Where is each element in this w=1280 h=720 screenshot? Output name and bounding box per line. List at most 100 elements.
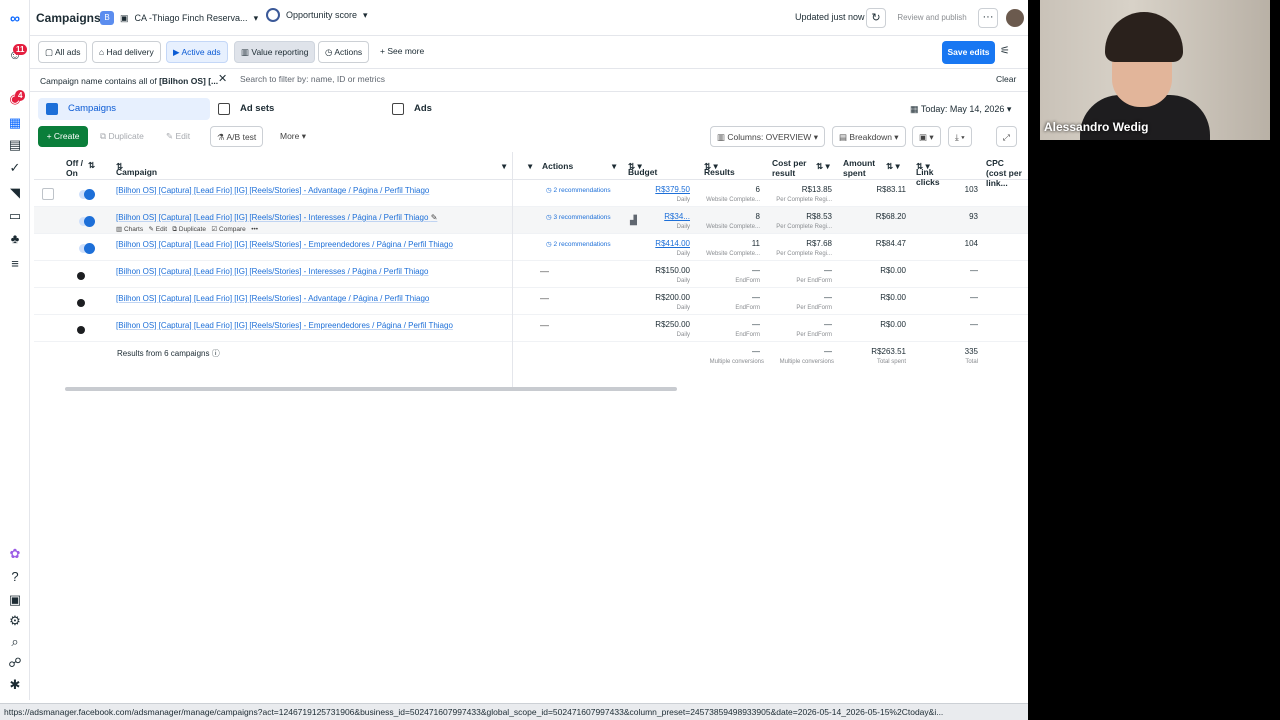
recommendations-link[interactable]: ◷ 2 recommendations xyxy=(546,186,611,194)
horizontal-scrollbar[interactable] xyxy=(65,387,677,391)
duplicate-button[interactable]: ⧉ Duplicate xyxy=(94,126,150,147)
header-link-clicks[interactable]: Link clicks ⇅ ▾ xyxy=(916,161,940,187)
row-toggle-off[interactable] xyxy=(77,299,85,307)
header-results[interactable]: Results ⇅ ▾ xyxy=(704,161,735,177)
date-picker[interactable]: ▦ Today: May 14, 2026 ▾ xyxy=(910,100,1011,118)
review-publish-button[interactable]: Review and publish xyxy=(892,8,972,28)
more-options-button[interactable]: ··· xyxy=(978,8,998,28)
billing-icon[interactable]: ▭ xyxy=(8,209,22,223)
edit-button[interactable]: ✎ Edit xyxy=(160,126,196,147)
budget-value[interactable]: R$34... xyxy=(644,212,690,221)
clear-button[interactable]: Clear xyxy=(996,74,1016,84)
campaign-name-link[interactable]: [Bilhon OS] [Captura] [Lead Frio] [IG] [… xyxy=(116,186,429,195)
meta-logo-icon[interactable]: ∞ xyxy=(8,11,22,25)
recommendations-link[interactable]: ◷ 2 recommendations xyxy=(546,240,611,248)
value-reporting-filter[interactable]: ▥ Value reporting xyxy=(234,41,316,63)
table-row[interactable]: [Bilhon OS] [Captura] [Lead Frio] [IG] [… xyxy=(34,288,1028,315)
table-row[interactable]: [Bilhon OS] [Captura] [Lead Frio] [IG] [… xyxy=(34,207,1028,234)
create-button[interactable]: + Create xyxy=(38,126,88,147)
opportunity-score[interactable]: Opportunity score ▾ xyxy=(266,8,368,22)
pencil-icon[interactable]: ✎ xyxy=(431,213,438,222)
see-more-button[interactable]: + See more xyxy=(374,41,430,63)
columns-button[interactable]: ▥ Columns: OVERVIEW ▾ xyxy=(710,126,825,147)
table-row[interactable]: [Bilhon OS] [Captura] [Lead Frio] [IG] [… xyxy=(34,261,1028,288)
compare-action[interactable]: ☑ Compare xyxy=(211,226,245,233)
campaign-name-link[interactable]: [Bilhon OS] [Captura] [Lead Frio] [IG] [… xyxy=(116,267,428,276)
bar-chart-icon[interactable]: ▟ xyxy=(630,215,637,226)
budget-value[interactable]: R$250.00 xyxy=(640,320,690,329)
filter-chip[interactable]: Campaign name contains all of [Bilhon OS… xyxy=(40,73,218,89)
tab-campaigns[interactable]: Campaigns xyxy=(38,98,210,120)
refresh-button[interactable]: ↻ xyxy=(866,8,886,28)
help-icon[interactable]: ? xyxy=(8,570,22,584)
row-toggle-on[interactable] xyxy=(84,243,95,254)
edit-action[interactable]: ✎ Edit xyxy=(149,226,167,233)
table-row[interactable]: [Bilhon OS] [Captura] [Lead Frio] [IG] [… xyxy=(34,315,1028,342)
campaign-name-link[interactable]: [Bilhon OS] [Captura] [Lead Frio] [IG] [… xyxy=(116,213,437,222)
header-actions[interactable]: Actions xyxy=(542,161,573,171)
avatar[interactable] xyxy=(1006,9,1024,27)
sort-icon[interactable]: ⇅ ▾ xyxy=(816,161,830,171)
budget-value[interactable]: R$200.00 xyxy=(640,293,690,302)
export-button[interactable]: ⤓ ▾ xyxy=(948,126,972,147)
more-button[interactable]: More ▾ xyxy=(274,126,312,147)
news-icon[interactable]: ▣ xyxy=(8,593,22,607)
ab-test-button[interactable]: ⚗ A/B test xyxy=(210,126,264,147)
account-selector[interactable]: B ▣ CA -Thiago Finch Reserva... ▾ xyxy=(100,8,258,28)
settings-gear-icon[interactable]: ⚙ xyxy=(8,614,22,628)
row-checkbox[interactable] xyxy=(42,188,54,200)
feedback-icon[interactable]: ☍ xyxy=(8,656,22,670)
close-icon[interactable]: ✕ xyxy=(218,72,227,85)
tab-ads[interactable]: Ads xyxy=(384,98,554,120)
sort-icon[interactable]: ⇅ xyxy=(88,160,95,170)
menu-icon[interactable]: ≡ xyxy=(8,257,22,271)
header-campaign[interactable]: Campaign ⇅ xyxy=(116,161,157,177)
more-actions-icon[interactable]: ••• xyxy=(251,226,258,233)
breakdown-button[interactable]: ▤ Breakdown ▾ xyxy=(832,126,906,147)
ai-icon[interactable]: ✿ xyxy=(8,547,22,561)
budget-value[interactable]: R$414.00 xyxy=(644,239,690,248)
header-cost-per-result[interactable]: Cost per result xyxy=(772,158,808,178)
audiences-icon[interactable]: ♣ xyxy=(8,232,22,246)
info-icon[interactable]: ⓘ xyxy=(212,349,220,358)
actions-filter[interactable]: ◷ Actions xyxy=(318,41,370,63)
table-row[interactable]: [Bilhon OS] [Captura] [Lead Frio] [IG] [… xyxy=(34,180,1028,207)
megaphone-icon[interactable]: ◥ xyxy=(8,186,22,200)
webcam-overlay: Alessandro Wedig xyxy=(1040,0,1270,140)
chart-toggle-button[interactable]: ⤢ xyxy=(996,126,1017,147)
cost-per-result-type: Per Complete Regi... xyxy=(776,251,832,257)
campaigns-grid-icon[interactable]: ▦ xyxy=(8,116,22,130)
campaign-name-link[interactable]: [Bilhon OS] [Captura] [Lead Frio] [IG] [… xyxy=(116,240,453,249)
active-ads-filter[interactable]: ▶ Active ads xyxy=(166,41,228,63)
chevron-down-icon[interactable]: ▾ xyxy=(528,161,532,171)
row-toggle-off[interactable] xyxy=(77,326,85,334)
save-edits-button[interactable]: Save edits xyxy=(942,41,995,64)
row-toggle-on[interactable] xyxy=(84,216,95,227)
header-budget[interactable]: Budget ⇅ ▾ xyxy=(628,161,657,177)
recommendations-link[interactable]: ◷ 3 recommendations xyxy=(546,213,611,221)
reports-button[interactable]: ▣ ▾ xyxy=(912,126,941,147)
filter-settings-icon[interactable]: ⚟ xyxy=(1000,44,1010,57)
row-toggle-off[interactable] xyxy=(77,272,85,280)
row-toggle-on[interactable] xyxy=(84,189,95,200)
charts-action[interactable]: ▥ Charts xyxy=(116,226,143,233)
search-input[interactable]: Search to filter by: name, ID or metrics xyxy=(240,74,385,84)
chevron-down-icon[interactable]: ▾ xyxy=(502,161,506,171)
pages-icon[interactable]: ▤ xyxy=(8,138,22,152)
campaign-name-link[interactable]: [Bilhon OS] [Captura] [Lead Frio] [IG] [… xyxy=(116,294,429,303)
had-delivery-filter[interactable]: ⌂ Had delivery xyxy=(92,41,161,63)
table-row[interactable]: [Bilhon OS] [Captura] [Lead Frio] [IG] [… xyxy=(34,234,1028,261)
campaign-name-link[interactable]: [Bilhon OS] [Captura] [Lead Frio] [IG] [… xyxy=(116,321,453,330)
recommendations-label: 2 recommendations xyxy=(553,187,611,194)
bug-icon[interactable]: ✱ xyxy=(8,678,22,692)
header-amount-spent[interactable]: Amount spent xyxy=(843,158,877,178)
chevron-down-icon[interactable]: ▾ xyxy=(612,161,616,171)
duplicate-action[interactable]: ⧉ Duplicate xyxy=(172,226,206,233)
budget-value[interactable]: R$150.00 xyxy=(640,266,690,275)
search-icon[interactable]: ⌕ xyxy=(8,635,22,649)
tab-adsets[interactable]: Ad sets xyxy=(210,98,380,120)
all-ads-filter[interactable]: ▢ All ads xyxy=(38,41,88,63)
budget-value[interactable]: R$379.50 xyxy=(644,185,690,194)
tasks-icon[interactable]: ✓ xyxy=(8,161,22,175)
sort-icon[interactable]: ⇅ ▾ xyxy=(886,161,900,171)
